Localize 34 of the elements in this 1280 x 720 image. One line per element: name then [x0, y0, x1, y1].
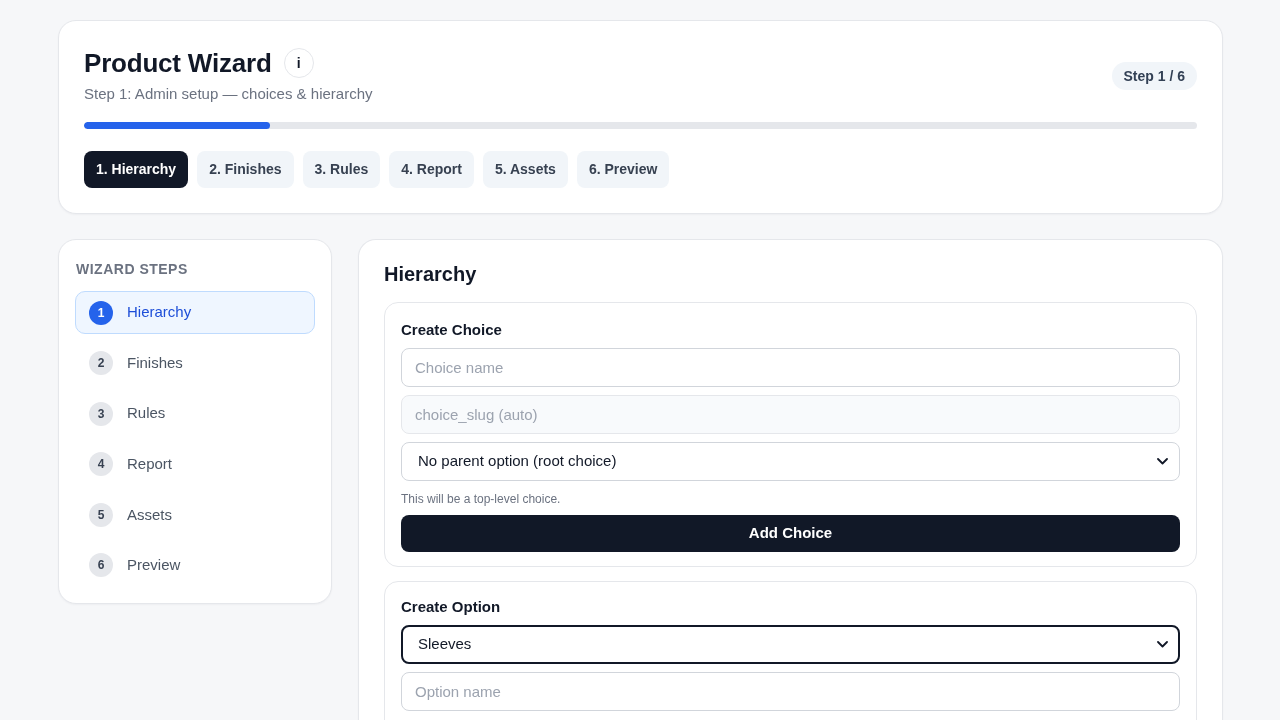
help-text: This will be a top-level choice.: [401, 491, 562, 507]
step-tab[interactable]: 2. Finishes: [197, 151, 294, 188]
step-number: 3: [89, 401, 113, 426]
page-title: Product Wizard: [84, 47, 272, 79]
text-field[interactable]: Choice name: [401, 348, 1180, 387]
form-heading: Create Choice: [401, 320, 503, 340]
select-field[interactable]: No parent option (root choice): [401, 442, 1180, 481]
step-tab[interactable]: 4. Report: [389, 151, 474, 188]
sidebar-step[interactable]: 3 Rules: [75, 392, 315, 436]
sidebar-step[interactable]: 6 Preview: [75, 543, 315, 587]
step-number: 4: [89, 452, 113, 477]
chevron-down-icon: [1157, 458, 1168, 465]
sidebar-step[interactable]: 4 Report: [75, 442, 315, 486]
section-title: Hierarchy: [384, 262, 478, 287]
sidebar-step[interactable]: 1 Hierarchy: [75, 291, 315, 334]
step-tab[interactable]: 1. Hierarchy: [84, 151, 189, 188]
sidebar-heading: WIZARD STEPS: [75, 260, 189, 279]
form-heading: Create Option: [401, 597, 502, 617]
step-number: 5: [89, 502, 113, 527]
step-number: 1: [89, 300, 113, 325]
add-button[interactable]: Add Choice: [401, 515, 1180, 552]
step-tab[interactable]: 3. Rules: [302, 151, 381, 188]
step-counter: Step 1 / 6: [1111, 61, 1197, 90]
step-tab[interactable]: 6. Preview: [576, 151, 670, 188]
text-field[interactable]: Option name: [401, 672, 1180, 711]
sidebar-step[interactable]: 2 Finishes: [75, 341, 315, 385]
info-button[interactable]: i: [283, 48, 314, 78]
step-number: 2: [89, 351, 113, 376]
sidebar-step[interactable]: 5 Assets: [75, 493, 315, 537]
chevron-down-icon: [1157, 641, 1168, 648]
step-tab[interactable]: 5. Assets: [482, 151, 568, 188]
step-number: 6: [89, 553, 113, 578]
select-field[interactable]: Sleeves: [401, 625, 1180, 664]
step-subtitle: Step 1: Admin setup — choices & hierarchy: [84, 84, 373, 104]
